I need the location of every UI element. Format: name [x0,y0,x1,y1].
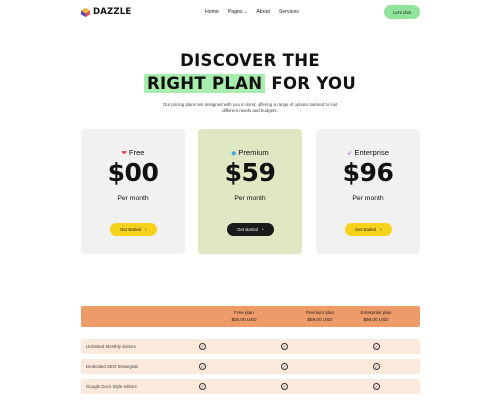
hero-title-highlight: RIGHT PLAN [143,74,266,93]
check-circle-icon: ✓ [281,362,288,370]
brand-name: DAZZLE [93,7,132,17]
table-row: Unlimited Monthly visitors ✓ ✓ ✓ [81,339,420,354]
chevron-down-icon: ⌄ [243,9,248,14]
hero-title-rest: FOR YOU [271,74,357,93]
rocket-icon: ➶ [346,149,353,157]
comparison-table-header: Free plan $00.00 USD Premium plan $59.00… [81,306,420,327]
hero-subtitle: Our pricing plans are designed with you … [162,102,338,114]
feature-label: Dedicated SEO Strategists [86,364,139,369]
logo-mark-icon [81,7,90,17]
plan-card-premium: ◆ Premium $59 Per month Get started › [198,129,302,254]
hero-title-line2: RIGHT PLAN FOR YOU [0,74,500,93]
nav-item-label: About [256,9,270,15]
nav-item-home[interactable]: Home [205,9,219,15]
check-circle-icon: ✓ [373,382,380,390]
plan-price: $96 [342,158,394,187]
check-circle-icon: ✓ [373,362,380,370]
check-circle-icon: ✓ [281,342,288,350]
check-circle-icon: ✓ [199,342,206,350]
plan-title: ➶ Enterprise [316,148,420,157]
diamond-icon: ◆ [231,149,237,157]
check-circle-icon: ✓ [373,342,380,350]
feature-label: Unlimited Monthly visitors [86,344,136,349]
nav-item-pages[interactable]: Pages ⌄ [228,9,248,15]
plan-price: $59 [224,158,276,187]
main-nav: Home Pages ⌄ About Services [205,9,299,15]
button-label: Get started [355,227,377,232]
check-circle-icon: ✓ [281,382,288,390]
button-label: Get started [237,227,259,232]
plan-title: ◆ Premium [198,148,302,157]
plan-name: Premium [238,148,269,157]
plan-price: $00 [107,158,159,187]
nav-item-about[interactable]: About [256,9,270,15]
get-started-button[interactable]: Get started › [345,223,392,236]
table-row: Google Docs Style editors ✓ ✓ ✓ [81,379,420,394]
get-started-button[interactable]: Get started › [227,223,274,236]
plan-name: Free [128,148,145,157]
plan-card-free: ❤ Free $00 Per month Get started › [81,129,185,254]
chevron-right-icon: › [145,226,147,233]
nav-item-label: Pages [227,9,243,15]
plan-title: ❤ Free [81,148,185,157]
nav-item-label: Home [205,9,219,15]
column-header-enterprise: Enterprise plan $96.00 USD [331,309,421,323]
check-circle-icon: ✓ [199,382,206,390]
site-header: DAZZLE Home Pages ⌄ About Services Let's… [0,0,500,24]
column-plan-name: Enterprise plan [360,310,392,315]
chevron-right-icon: › [262,226,264,233]
get-started-button[interactable]: Get started › [110,223,157,236]
chevron-right-icon: › [380,226,382,233]
nav-item-label: Services [278,9,299,15]
feature-label: Google Docs Style editors [86,384,137,389]
nav-item-services[interactable]: Services [279,9,299,15]
check-circle-icon: ✓ [199,362,206,370]
heart-icon: ❤ [121,149,127,157]
plan-period: Per month [117,195,149,202]
plan-card-enterprise: ➶ Enterprise $96 Per month Get started › [316,129,420,254]
plan-period: Per month [352,195,384,202]
table-row: Dedicated SEO Strategists ✓ ✓ ✓ [81,359,420,374]
column-plan-price: $96.00 USD [363,317,389,322]
button-label: Get started [120,227,142,232]
hero-title-line1: DISCOVER THE [180,51,320,70]
brand-logo[interactable]: DAZZLE [81,7,131,17]
lets-chat-button[interactable]: Let's chat [384,5,420,19]
plan-period: Per month [234,195,266,202]
plan-name: Enterprise [354,148,390,157]
